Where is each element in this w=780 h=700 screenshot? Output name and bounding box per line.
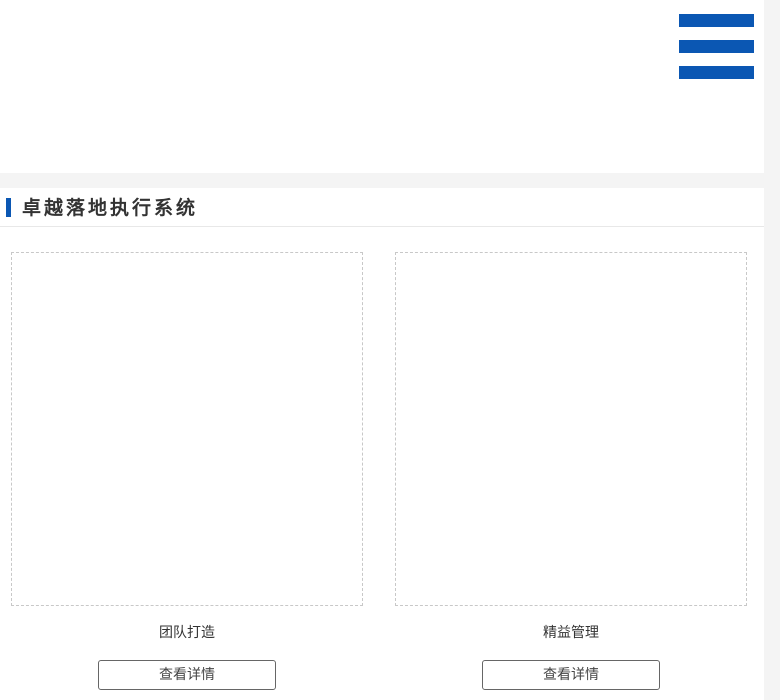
card-lean-management: 精益管理 查看详情 [395, 252, 747, 690]
section-divider [0, 173, 764, 188]
scrollbar-track[interactable] [764, 0, 780, 700]
view-details-button[interactable]: 查看详情 [98, 660, 276, 690]
title-accent-bar [6, 198, 11, 217]
hamburger-menu-icon-bar [679, 40, 754, 53]
section-title: 卓越落地执行系统 [22, 197, 199, 219]
site-header [0, 0, 764, 173]
hamburger-menu-icon [679, 14, 754, 27]
section-header: 卓越落地执行系统 [0, 188, 764, 227]
card-caption[interactable]: 团队打造 [11, 624, 363, 642]
card-image[interactable] [395, 252, 747, 606]
hamburger-menu-icon-bar [679, 66, 754, 79]
view-details-button[interactable]: 查看详情 [482, 660, 660, 690]
card-team-building: 团队打造 查看详情 [11, 252, 363, 690]
card-image[interactable] [11, 252, 363, 606]
card-caption[interactable]: 精益管理 [395, 624, 747, 642]
page: 卓越落地执行系统 团队打造 查看详情 精益管理 查看详情 [0, 0, 780, 700]
menu-button[interactable] [679, 14, 754, 79]
